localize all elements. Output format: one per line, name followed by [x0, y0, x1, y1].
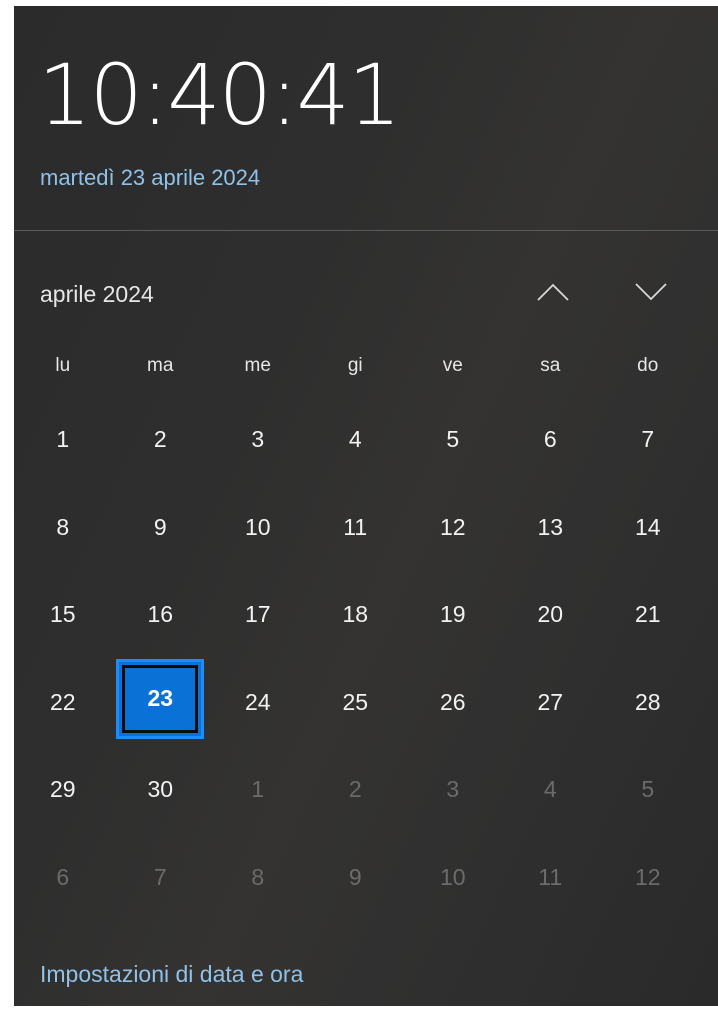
calendar-day[interactable]: 24 — [209, 659, 307, 747]
calendar-day[interactable]: 11 — [307, 484, 405, 572]
calendar-day-number: 23 — [147, 684, 174, 711]
calendar-day[interactable]: 10 — [404, 834, 502, 922]
weekday-header-row: lu ma me gi ve sa do — [14, 336, 700, 396]
calendar-day[interactable]: 2 — [112, 396, 210, 484]
calendar-day[interactable]: 12 — [404, 484, 502, 572]
calendar-day[interactable]: 4 — [307, 396, 405, 484]
calendar-day[interactable]: 3 — [209, 396, 307, 484]
calendar-day-today[interactable]: 23 — [112, 658, 210, 747]
divider — [14, 230, 718, 231]
calendar-day[interactable]: 8 — [14, 484, 112, 572]
calendar-day[interactable]: 20 — [502, 571, 600, 659]
calendar-day[interactable]: 13 — [502, 484, 600, 572]
calendar-day[interactable]: 26 — [404, 659, 502, 747]
calendar-day[interactable]: 28 — [599, 659, 697, 747]
calendar-week-row: 6 7 8 9 10 11 12 — [14, 834, 700, 922]
previous-month-button[interactable] — [528, 270, 578, 314]
calendar-day[interactable]: 21 — [599, 571, 697, 659]
weekday-header: ma — [147, 355, 174, 376]
calendar-day[interactable]: 14 — [599, 484, 697, 572]
calendar-day[interactable]: 18 — [307, 571, 405, 659]
calendar-day[interactable]: 29 — [14, 746, 112, 834]
calendar-day[interactable]: 15 — [14, 571, 112, 659]
calendar-day[interactable]: 7 — [112, 834, 210, 922]
calendar-day[interactable]: 17 — [209, 571, 307, 659]
date-time-settings-link[interactable]: Impostazioni di data e ora — [40, 959, 303, 989]
calendar-day[interactable]: 30 — [112, 746, 210, 834]
weekday-header: sa — [540, 355, 561, 376]
current-time: 10:40:41 — [38, 46, 401, 144]
calendar-day[interactable]: 5 — [404, 396, 502, 484]
calendar-day[interactable]: 19 — [404, 571, 502, 659]
weekday-header: gi — [347, 355, 363, 376]
calendar-day[interactable]: 27 — [502, 659, 600, 747]
calendar-day[interactable]: 4 — [502, 746, 600, 834]
calendar-day[interactable]: 7 — [599, 396, 697, 484]
calendar-day[interactable]: 5 — [599, 746, 697, 834]
chevron-up-icon — [537, 283, 569, 301]
calendar-week-row: 15 16 17 18 19 20 21 — [14, 571, 700, 659]
weekday-header: me — [244, 355, 271, 376]
weekday-header: do — [637, 355, 659, 376]
calendar-day[interactable]: 1 — [14, 396, 112, 484]
calendar-day[interactable]: 12 — [599, 834, 697, 922]
calendar-day[interactable]: 25 — [307, 659, 405, 747]
calendar-week-row: 29 30 1 2 3 4 5 — [14, 746, 700, 834]
calendar-day[interactable]: 9 — [112, 484, 210, 572]
month-year-label[interactable]: aprile 2024 — [40, 279, 154, 309]
calendar-day[interactable]: 11 — [502, 834, 600, 922]
calendar-day[interactable]: 16 — [112, 571, 210, 659]
calendar-day[interactable]: 2 — [307, 746, 405, 834]
calendar-day[interactable]: 6 — [14, 834, 112, 922]
weekday-header: ve — [442, 355, 463, 376]
calendar-day[interactable]: 6 — [502, 396, 600, 484]
calendar-day[interactable]: 3 — [404, 746, 502, 834]
calendar-weeks: 1 2 3 4 5 6 7 8 9 10 11 12 13 14 15 16 17 18 19 20 21 22 23 24 2… — [14, 396, 700, 921]
next-month-button[interactable] — [626, 270, 676, 314]
calendar-day[interactable]: 9 — [307, 834, 405, 922]
calendar-day[interactable]: 1 — [209, 746, 307, 834]
calendar-day[interactable]: 10 — [209, 484, 307, 572]
chevron-down-icon — [635, 283, 667, 301]
calendar-day[interactable]: 8 — [209, 834, 307, 922]
calendar-week-row: 8 9 10 11 12 13 14 — [14, 484, 700, 572]
current-date-link[interactable]: martedì 23 aprile 2024 — [40, 164, 260, 192]
calendar-week-row: 22 23 24 25 26 27 28 — [14, 658, 700, 747]
calendar-week-row: 1234567 — [14, 396, 700, 484]
calendar-grid: lu ma me gi ve sa do 1 2 3 4 5 6 7 8 9 10 11 12 13 14 15 16 17… — [14, 336, 700, 921]
calendar-day[interactable]: 22 — [14, 659, 112, 747]
clock-calendar-flyout: 10:40:41 martedì 23 aprile 2024 aprile 2… — [14, 6, 718, 1006]
weekday-header: lu — [55, 355, 71, 376]
